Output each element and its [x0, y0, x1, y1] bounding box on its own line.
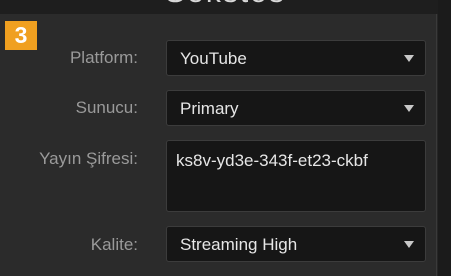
settings-window: Sekstos 3 Platform: YouTube Sunucu: Prim… — [0, 0, 451, 276]
stream-key-value: ks8v-yd3e-343f-et23-ckbf — [176, 151, 368, 170]
step-badge: 3 — [5, 21, 37, 50]
platform-label: Platform: — [69, 48, 138, 67]
top-strip: Sekstos — [0, 0, 451, 14]
platform-value: YouTube — [180, 49, 247, 68]
quality-dropdown[interactable]: Streaming High — [166, 226, 426, 262]
stream-key-label: Yayın Şifresi: — [39, 149, 138, 168]
streaming-settings-panel: 3 Platform: YouTube Sunucu: Primary Yayı… — [0, 14, 437, 276]
chevron-down-icon — [404, 55, 414, 62]
server-label: Sunucu: — [75, 98, 138, 117]
stream-key-field[interactable]: ks8v-yd3e-343f-et23-ckbf — [166, 140, 426, 212]
server-dropdown[interactable]: Primary — [166, 90, 426, 126]
right-edge-bar — [438, 0, 451, 276]
chevron-down-icon — [404, 241, 414, 248]
platform-dropdown[interactable]: YouTube — [166, 40, 426, 76]
server-value: Primary — [180, 99, 239, 118]
quality-value: Streaming High — [180, 235, 298, 254]
quality-label: Kalite: — [90, 235, 138, 254]
header-partial-text: Sekstos — [0, 0, 451, 10]
chevron-down-icon — [404, 105, 414, 112]
